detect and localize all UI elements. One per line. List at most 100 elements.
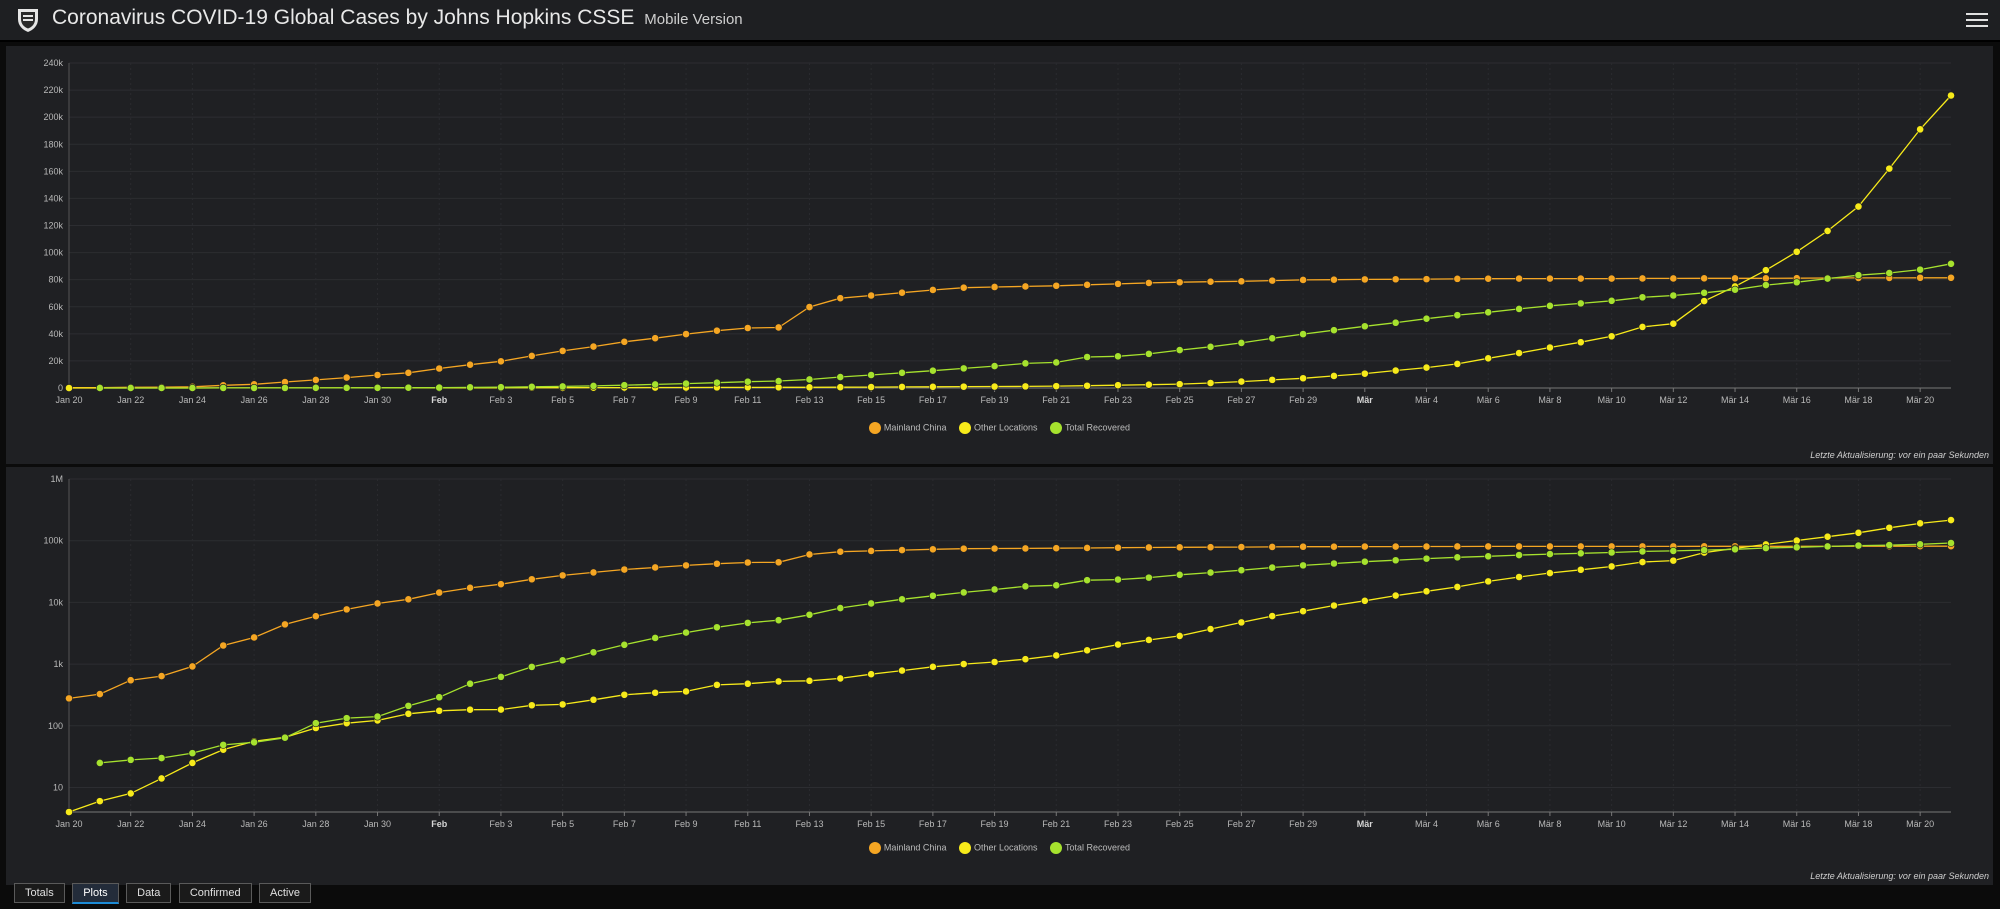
legend-dot-icon (1050, 422, 1063, 434)
data-point (1268, 563, 1277, 572)
y-tick-label: 0 (58, 383, 63, 393)
x-tick-label: Feb 7 (613, 395, 636, 405)
data-point (188, 384, 197, 392)
data-point (1268, 612, 1277, 620)
data-point (527, 382, 536, 391)
data-point (959, 382, 968, 391)
hamburger-menu-icon[interactable] (1966, 9, 1988, 29)
x-tick-label: Feb 17 (919, 395, 947, 405)
mobile-version-label: Mobile Version (644, 11, 743, 28)
data-point (1330, 326, 1338, 335)
x-tick-label: Mär 14 (1721, 395, 1749, 405)
data-point (1144, 636, 1153, 644)
data-point (1484, 354, 1493, 363)
data-point (250, 384, 259, 392)
data-point (959, 588, 968, 597)
x-tick-label: Feb 23 (1104, 819, 1132, 829)
data-point (1052, 581, 1061, 590)
data-point (1175, 543, 1184, 552)
y-tick-label: 100k (43, 248, 63, 258)
y-tick-label: 100 (48, 721, 63, 731)
legend-total-recovered[interactable]: Total Recovered (1050, 422, 1130, 434)
data-point (620, 565, 629, 574)
data-point (990, 585, 999, 594)
data-point (65, 808, 73, 816)
legend-other-locations[interactable]: Other Locations (958, 422, 1038, 434)
tab-plots[interactable]: Plots (72, 883, 119, 904)
data-point (1268, 375, 1277, 384)
data-point (1638, 323, 1647, 331)
data-point (1731, 274, 1739, 283)
data-point (497, 383, 505, 392)
x-tick-label: Feb 15 (857, 395, 885, 405)
data-point (898, 368, 906, 377)
data-point (1761, 274, 1770, 283)
x-tick-label: Feb 19 (981, 395, 1009, 405)
data-point (1761, 544, 1770, 552)
data-point (1114, 543, 1122, 552)
legend-mainland-china[interactable]: Mainland China (868, 422, 946, 434)
data-point (1052, 382, 1061, 391)
data-point (1854, 528, 1863, 537)
data-point (1299, 561, 1307, 570)
x-tick-label: Jan 24 (179, 395, 206, 405)
data-point (1237, 543, 1246, 551)
x-tick-label: Mär 14 (1721, 819, 1749, 829)
x-tick-label: Mär 8 (1538, 819, 1561, 829)
data-point (1144, 543, 1153, 552)
linear-cases-chart: 0 20k 40k 60k 80k 100k 120k 140k 160k 180k 200k 220… (43, 58, 1955, 405)
legend-mainland-china[interactable]: Mainland China (868, 842, 946, 854)
data-point (805, 383, 814, 392)
x-tick-label: Feb 3 (489, 395, 512, 405)
x-tick-label: Mär 20 (1906, 819, 1934, 829)
data-point (527, 575, 536, 584)
linear-chart-panel: 0 20k 40k 60k 80k 100k 120k 140k 160k 180k 200k 220… (6, 46, 1993, 464)
data-point (682, 561, 690, 570)
tab-active[interactable]: Active (259, 883, 311, 903)
legend-other-locations[interactable]: Other Locations (958, 842, 1038, 854)
data-point (1731, 545, 1739, 554)
data-point (466, 679, 474, 688)
data-point (1206, 342, 1215, 351)
data-point (1175, 346, 1184, 354)
legend-total-recovered[interactable]: Total Recovered (1050, 842, 1130, 854)
x-tick-label: Feb 27 (1227, 395, 1255, 405)
y-tick-label: 10k (48, 597, 63, 607)
page-title: Coronavirus COVID-19 Global Cases by Joh… (52, 6, 743, 30)
data-point (157, 384, 166, 392)
y-tick-label: 160k (43, 166, 63, 176)
data-point (1885, 164, 1894, 173)
data-point (558, 346, 567, 355)
tab-confirmed[interactable]: Confirmed (178, 883, 252, 903)
x-tick-label: Mär (1357, 819, 1374, 829)
data-point (1792, 536, 1801, 545)
data-point (219, 740, 228, 749)
data-point (1484, 542, 1493, 551)
data-point (466, 583, 474, 592)
tab-data[interactable]: Data (126, 883, 172, 903)
last-updated-text: Letzte Aktualisierung: vor ein paar Seku… (1810, 450, 1989, 460)
data-point (1021, 382, 1030, 391)
data-point (1885, 523, 1894, 532)
tab-totals[interactable]: Totals (14, 883, 65, 903)
data-point (435, 383, 444, 392)
data-point (65, 384, 73, 392)
data-point (1885, 269, 1894, 277)
data-point (1700, 288, 1709, 297)
data-point (651, 380, 660, 389)
data-point (1299, 374, 1307, 383)
data-point (1114, 352, 1122, 361)
data-point (1916, 540, 1925, 549)
data-point (805, 303, 814, 311)
data-point (1546, 274, 1554, 283)
data-point (250, 738, 259, 747)
data-point (1268, 334, 1277, 343)
chart-legend: Mainland China Other Locations Total Rec… (6, 422, 1993, 434)
data-point (1453, 274, 1462, 283)
legend-label: Total Recovered (1065, 842, 1131, 853)
x-tick-label: Feb 25 (1166, 395, 1194, 405)
series-line (68, 545, 1951, 700)
data-point (281, 384, 289, 392)
x-tick-label: Mär 6 (1477, 395, 1500, 405)
data-point (1021, 359, 1030, 368)
